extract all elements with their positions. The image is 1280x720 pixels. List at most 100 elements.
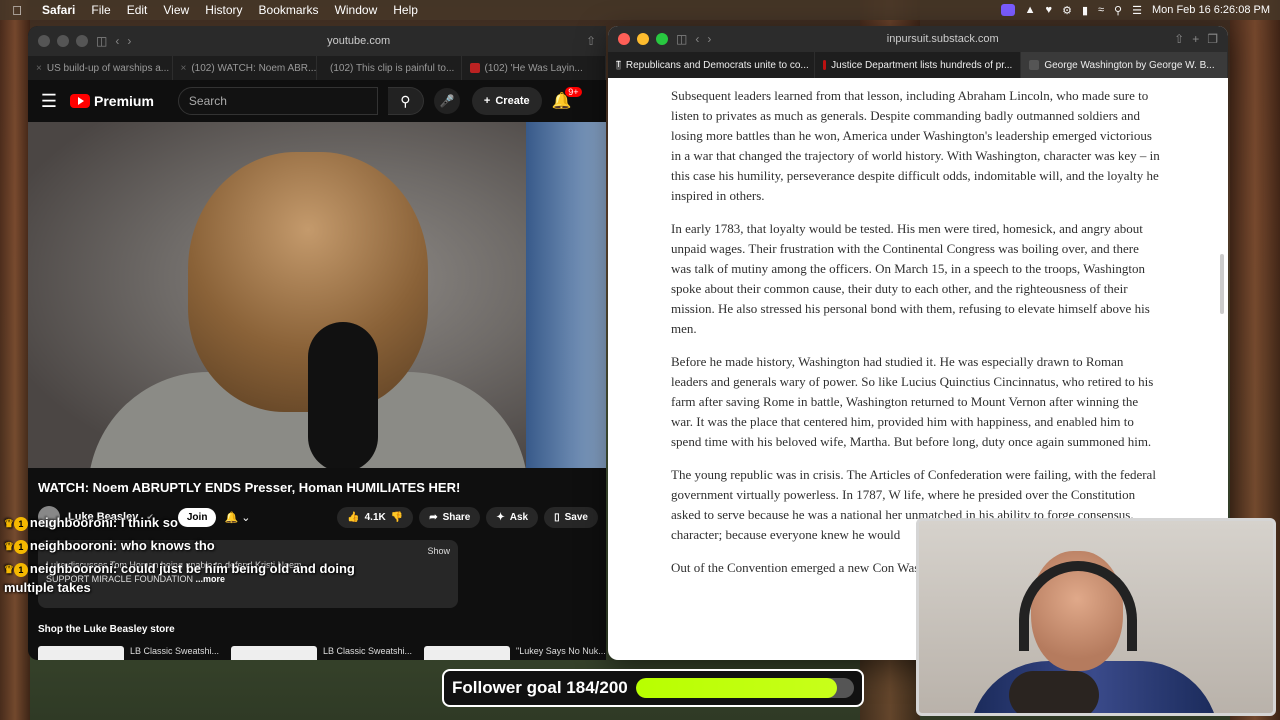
forward-icon[interactable]: › xyxy=(707,32,711,46)
follower-goal-bar xyxy=(635,678,854,698)
ask-button[interactable]: ✦ Ask xyxy=(486,506,539,528)
microphone-icon: 🎤 xyxy=(439,94,455,108)
save-button[interactable]: ▯ Save xyxy=(544,506,598,528)
close-tab-icon[interactable]: × xyxy=(36,63,42,74)
create-button[interactable]: + Create xyxy=(471,87,542,115)
tab-label: Justice Department lists hundreds of pr.… xyxy=(831,59,1013,71)
tab-republicans-democrats[interactable]: T Republicans and Democrats unite to co..… xyxy=(608,52,815,78)
badge-icon: 1 xyxy=(13,563,28,577)
tab-label: US build-up of warships a... xyxy=(46,62,170,74)
share-icon[interactable]: ⇧ xyxy=(586,34,596,48)
back-icon[interactable]: ‹ xyxy=(115,34,119,48)
control-center-icon[interactable]: ☰ xyxy=(1132,4,1142,17)
product-item[interactable]: LB Classic Sweatshi... xyxy=(231,646,416,660)
article-paragraph: Subsequent leaders learned from that les… xyxy=(671,88,1160,203)
follower-goal-widget: Follower goal 184/200 xyxy=(442,669,864,707)
search-icon: ⚲ xyxy=(400,92,411,109)
youtube-favicon xyxy=(469,63,480,73)
sidebar-icon[interactable]: ◫ xyxy=(676,32,687,46)
product-name: LB Classic Sweatshi... xyxy=(323,646,413,656)
badge-icon: 1 xyxy=(13,540,28,554)
tab-justice-department[interactable]: Justice Department lists hundreds of pr.… xyxy=(815,52,1022,78)
product-thumbnail xyxy=(38,646,124,660)
youtube-logo[interactable]: Premium xyxy=(70,93,154,109)
article-paragraph: Before he made history, Washington had s… xyxy=(671,354,1154,449)
product-item[interactable]: "Lukey Says No Nuk... xyxy=(424,646,606,660)
address-bar[interactable]: inpursuit.substack.com xyxy=(719,33,1166,45)
forward-icon[interactable]: › xyxy=(127,34,131,48)
menu-bookmarks[interactable]: Bookmarks xyxy=(251,3,327,17)
chat-username: neighbooroni: xyxy=(29,538,118,553)
store-products: LB Classic Sweatshi... LB Classic Sweats… xyxy=(38,646,606,660)
close-window-button[interactable] xyxy=(38,35,50,47)
close-tab-icon[interactable]: × xyxy=(181,63,187,74)
favicon: T xyxy=(616,60,621,70)
title-bar: ◫ ‹ › inpursuit.substack.com ⇧ + ❐ xyxy=(608,26,1228,52)
menu-file[interactable]: File xyxy=(83,3,118,17)
article-body: Subsequent leaders learned from that les… xyxy=(671,86,1161,591)
scrollbar[interactable] xyxy=(1220,254,1224,314)
zoom-window-button[interactable] xyxy=(656,33,668,45)
product-item[interactable]: LB Classic Sweatshi... xyxy=(38,646,223,660)
address-bar[interactable]: youtube.com xyxy=(139,35,578,47)
favicon xyxy=(1029,60,1040,70)
product-name: "Lukey Says No Nuk... xyxy=(516,646,606,656)
tab-warships[interactable]: × US build-up of warships a... xyxy=(28,56,173,80)
menu-view[interactable]: View xyxy=(155,3,197,17)
search-input[interactable]: Search xyxy=(177,87,378,115)
crown-icon: ♛ xyxy=(4,518,14,530)
voice-search-button[interactable]: 🎤 xyxy=(433,88,460,114)
heart-icon[interactable]: ♥ xyxy=(1046,4,1053,16)
share-icon[interactable]: ⇧ xyxy=(1174,32,1184,46)
notifications-button[interactable]: 🔔 9+ xyxy=(552,87,582,111)
tab-label: (102) This clip is painful to... xyxy=(330,62,455,74)
tab-george-washington[interactable]: George Washington by George W. B... xyxy=(1021,52,1228,78)
menu-app-name[interactable]: Safari xyxy=(34,3,83,17)
minimize-window-button[interactable] xyxy=(637,33,649,45)
product-thumbnail xyxy=(231,646,317,660)
zoom-window-button[interactable] xyxy=(76,35,88,47)
menu-help[interactable]: Help xyxy=(385,3,426,17)
hamburger-menu-icon[interactable]: ☰ xyxy=(38,91,60,112)
tab-painful-clip[interactable]: (102) This clip is painful to... xyxy=(317,56,462,80)
wifi-icon[interactable]: ≈ xyxy=(1098,4,1104,16)
search-placeholder: Search xyxy=(188,94,227,108)
close-window-button[interactable] xyxy=(618,33,630,45)
new-tab-icon[interactable]: + xyxy=(1192,32,1199,46)
store-title: Shop the Luke Beasley store xyxy=(38,624,175,635)
search-button[interactable]: ⚲ xyxy=(387,87,424,115)
sidebar-icon[interactable]: ◫ xyxy=(96,34,107,48)
menu-edit[interactable]: Edit xyxy=(119,3,156,17)
tab-label: George Washington by George W. B... xyxy=(1044,59,1215,71)
share-button[interactable]: ➦ Share xyxy=(419,506,481,528)
sparkle-icon: ✦ xyxy=(496,511,505,523)
status-icon[interactable]: ▲ xyxy=(1025,4,1036,16)
tab-noem[interactable]: × (102) WATCH: Noem ABR... xyxy=(173,56,317,80)
screen-share-icon[interactable] xyxy=(1000,4,1015,16)
menu-bar:  Safari File Edit View History Bookmark… xyxy=(0,0,1280,20)
video-player[interactable] xyxy=(28,122,606,468)
menu-window[interactable]: Window xyxy=(327,3,386,17)
youtube-header: ☰ Premium Search ⚲ 🎤 + Create 🔔 9+ xyxy=(28,80,606,122)
follower-goal-fill xyxy=(635,678,837,698)
follower-goal-label: Follower goal 184/200 xyxy=(452,678,628,697)
title-bar: ◫ ‹ › youtube.com ⇧ xyxy=(28,26,606,56)
back-icon[interactable]: ‹ xyxy=(695,32,699,46)
minimize-window-button[interactable] xyxy=(57,35,69,47)
search-icon[interactable]: ⚲ xyxy=(1114,4,1122,17)
tab-he-was-laying[interactable]: (102) 'He Was Layin... xyxy=(462,56,606,80)
apple-icon[interactable]:  xyxy=(0,3,34,18)
crown-icon: ♛ xyxy=(4,564,14,576)
menu-history[interactable]: History xyxy=(197,3,250,17)
tab-overview-icon[interactable]: ❐ xyxy=(1207,32,1218,46)
menu-clock[interactable]: Mon Feb 16 6:26:08 PM xyxy=(1152,4,1270,16)
video-title: WATCH: Noem ABRUPTLY ENDS Presser, Homan… xyxy=(38,480,461,495)
stream-chat-overlay: ♛ 1 neighbooroni: I think so ♛ 1 neighbooron… xyxy=(4,514,404,600)
youtube-play-icon xyxy=(70,94,90,108)
gear-icon[interactable]: ⚙ xyxy=(1062,4,1072,17)
chat-username: neighbooroni: xyxy=(29,515,118,530)
bookmark-icon: ▯ xyxy=(554,511,560,523)
ask-label: Ask xyxy=(509,511,529,523)
chat-message: ♛ 1 neighbooroni: could just be him being … xyxy=(4,560,404,596)
battery-icon[interactable]: ▮ xyxy=(1082,4,1088,17)
